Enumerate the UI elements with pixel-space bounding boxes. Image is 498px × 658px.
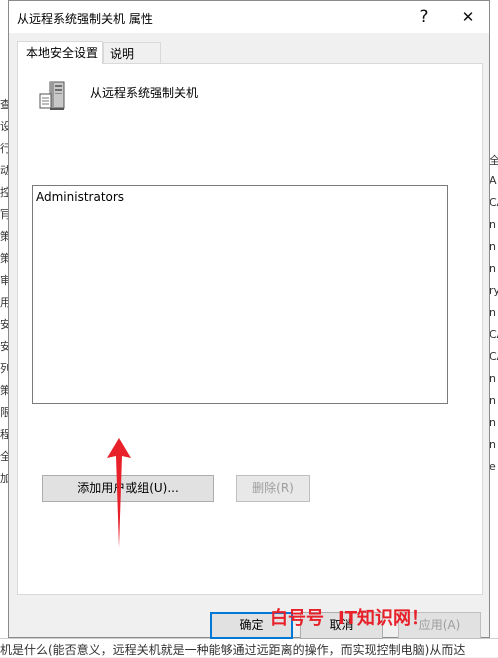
remove-button[interactable]: 删除(R) xyxy=(236,475,310,502)
background-right-glyph: n xyxy=(489,372,496,385)
background-right-glyph: n xyxy=(489,416,496,429)
background-right-glyph: n xyxy=(489,240,496,253)
background-right-glyph: n xyxy=(489,438,496,451)
title-bar: 从远程系统强制关机 属性 ? ✕ xyxy=(9,1,489,33)
red-arrow-annotation xyxy=(107,438,131,548)
background-right-glyph: CA xyxy=(489,328,498,341)
watermark: 白号号 IT知识网！ xyxy=(270,604,429,630)
policy-name: 从远程系统强制关机 xyxy=(90,86,199,100)
watermark-part1: 白号号 xyxy=(270,608,324,629)
tab-panel: 从远程系统强制关机 Administrators 添加用户或组(U)... 删除… xyxy=(17,63,483,595)
background-right-glyph: 全设 xyxy=(489,154,498,167)
list-item[interactable]: Administrators xyxy=(33,186,447,208)
background-right-glyph: CA xyxy=(489,350,498,363)
tab-local-security-setting[interactable]: 本地安全设置 xyxy=(17,41,103,64)
watermark-part2: IT知识网！ xyxy=(338,608,429,629)
computer-tower-icon xyxy=(39,81,65,110)
properties-dialog: 从远程系统强制关机 属性 ? ✕ 本地安全设置 说明 从远程系统强制关机 Adm… xyxy=(8,0,490,639)
help-button[interactable]: ? xyxy=(403,1,445,33)
window-title: 从远程系统强制关机 属性 xyxy=(17,12,153,26)
tab-explain[interactable]: 说明 xyxy=(103,42,161,64)
background-right-glyph: A xyxy=(489,174,497,187)
background-bottom-text: 机是什么(能否意义，远程关机就是一种能够通过远距离的操作，而实现控制电脑)从而达 xyxy=(0,643,466,657)
background-right-glyph: ry xyxy=(489,284,498,297)
background-right-glyph: CA xyxy=(489,196,498,209)
background-right-glyph: n xyxy=(489,306,496,319)
background-right-glyph: n xyxy=(489,262,496,275)
close-button[interactable]: ✕ xyxy=(447,1,489,33)
background-right-glyph: e xyxy=(489,460,496,473)
background-right-glyph: n xyxy=(489,218,496,231)
members-listbox[interactable]: Administrators xyxy=(32,185,448,404)
background-right-glyph: n xyxy=(489,394,496,407)
